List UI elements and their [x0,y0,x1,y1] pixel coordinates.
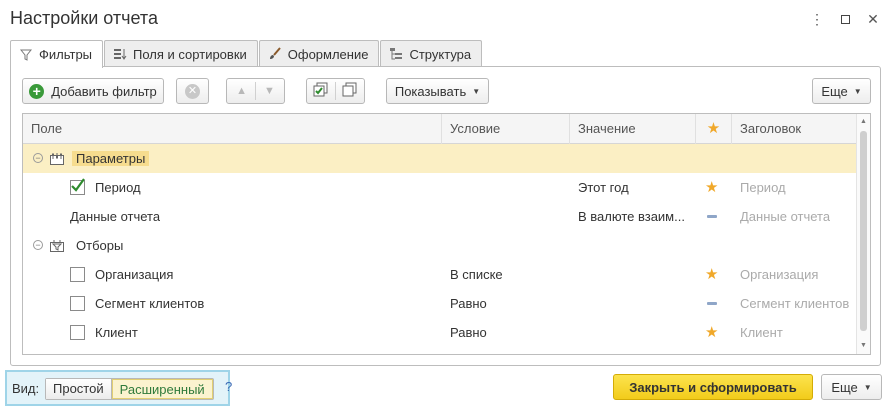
chevron-down-icon: ▼ [863,382,872,392]
filters-table: Поле Условие Значение ★ Заголовок − Пара… [22,113,871,355]
row-checkbox[interactable] [70,178,85,195]
tab-label: Оформление [287,46,369,62]
column-header-condition[interactable]: Условие [442,114,570,144]
tab-label: Структура [409,46,472,62]
fields-sort-icon [113,47,127,61]
row-field: Отборы [76,238,124,253]
scroll-up-icon[interactable]: ▲ [857,115,870,129]
collapse-icon[interactable]: − [33,240,43,250]
table-row[interactable]: Данные отчета В валюте взаим... Данные о… [23,202,858,231]
move-buttons: ▲ ▼ [226,78,285,104]
parameters-group-icon [50,153,64,165]
vertical-scrollbar[interactable]: ▲ ▼ [856,114,870,354]
add-filter-label: Добавить фильтр [51,83,157,99]
chevron-down-icon: ▼ [853,86,862,96]
scroll-down-icon[interactable]: ▼ [857,339,870,353]
row-field: Клиент [95,325,138,340]
close-and-generate-button[interactable]: Закрыть и сформировать [613,374,813,400]
more-button[interactable]: Еще ▼ [812,78,871,104]
column-header-title[interactable]: Заголовок [732,114,858,144]
row-title: Период [740,180,786,195]
row-condition[interactable]: Равно [450,318,487,347]
row-title: Организация [740,267,819,282]
table-row[interactable]: − Отборы [23,231,858,260]
row-title: Данные отчета [740,209,831,224]
tab-structure[interactable]: Структура [380,40,483,67]
tab-label: Поля и сортировки [133,46,247,62]
row-checkbox[interactable] [70,325,85,340]
row-title: Сегмент клиентов [740,296,850,311]
more-menu-icon[interactable]: ⋮ [803,8,831,30]
row-checkbox[interactable] [70,296,85,311]
delete-icon: ✕ [185,83,200,99]
brush-icon [268,47,282,61]
move-down-icon[interactable]: ▼ [264,85,275,97]
table-header: Поле Условие Значение ★ Заголовок [23,114,858,144]
move-up-icon[interactable]: ▲ [236,85,247,97]
row-field: Организация [95,267,174,282]
add-filter-button[interactable]: + Добавить фильтр [22,78,164,104]
table-row[interactable]: Сегмент клиентов Равно Сегмент клиентов [23,289,858,318]
plus-icon: + [29,83,45,99]
row-checkbox[interactable] [70,267,85,282]
footer-more-button[interactable]: Еще ▼ [821,374,882,400]
show-label: Показывать [394,83,467,99]
filter-icon [19,48,33,62]
table-row[interactable]: − Параметры [23,144,858,173]
star-icon[interactable]: ★ [705,173,718,202]
row-field: Сегмент клиентов [95,296,205,311]
check-uncheck-buttons [306,78,365,104]
star-icon[interactable]: ★ [705,318,718,347]
row-title: Клиент [740,325,783,340]
dash-icon[interactable] [707,302,717,305]
footer: Вид: Простой Расширенный ? Закрыть и сфо… [0,370,893,410]
view-simple-button[interactable]: Простой [46,379,112,399]
row-condition[interactable]: В списке [450,260,503,289]
view-mode-switch: Простой Расширенный [45,378,214,400]
tab-filters[interactable]: Фильтры [10,40,104,68]
show-dropdown[interactable]: Показывать ▼ [386,78,489,104]
dash-icon[interactable] [707,215,717,218]
filters-panel: + Добавить фильтр ✕ ▲ ▼ Показывать ▼ Еще… [10,66,881,366]
scroll-thumb[interactable] [860,131,867,331]
view-label: Вид: [12,381,40,396]
row-value[interactable]: Этот год [578,173,690,202]
uncheck-all-icon[interactable] [342,82,358,101]
tab-bar: Фильтры Поля и сортировки Оформление Стр… [10,40,483,68]
more-label: Еще [821,83,848,99]
close-icon[interactable]: ✕ [859,8,887,30]
collapse-icon[interactable]: − [33,153,43,163]
window-controls: ⋮ ✕ [803,8,887,30]
check-all-icon[interactable] [313,82,329,101]
delete-button[interactable]: ✕ [176,78,209,104]
tab-design[interactable]: Оформление [258,40,380,67]
chevron-down-icon: ▼ [472,86,481,96]
view-mode-group: Вид: Простой Расширенный [5,370,230,406]
tab-label: Фильтры [39,47,93,62]
row-field: Период [95,180,141,195]
structure-icon [389,47,403,61]
view-extended-button[interactable]: Расширенный [111,379,213,399]
toolbar: + Добавить фильтр ✕ ▲ ▼ Показывать ▼ Еще… [22,78,871,104]
row-value[interactable]: В валюте взаим... [578,202,693,231]
star-icon[interactable]: ★ [705,260,718,289]
more-label: Еще [831,379,858,395]
column-header-value[interactable]: Значение [570,114,696,144]
help-link[interactable]: ? [225,379,232,394]
group-name: Параметры [72,151,150,166]
maximize-icon[interactable] [831,8,859,30]
table-row[interactable]: Организация В списке ★ Организация [23,260,858,289]
column-header-field[interactable]: Поле [23,114,442,144]
table-row[interactable]: Клиент Равно ★ Клиент [23,318,858,347]
window-title: Настройки отчета [10,8,158,28]
table-row[interactable]: Период Этот год ★ Период [23,173,858,202]
checkmark-icon [71,178,85,192]
tab-fields-sort[interactable]: Поля и сортировки [104,40,258,67]
row-field: Данные отчета [70,209,161,224]
column-header-star-icon[interactable]: ★ [696,114,732,144]
row-condition[interactable]: Равно [450,289,487,318]
row-field: Параметры [72,144,150,173]
filters-group-icon [50,240,64,252]
